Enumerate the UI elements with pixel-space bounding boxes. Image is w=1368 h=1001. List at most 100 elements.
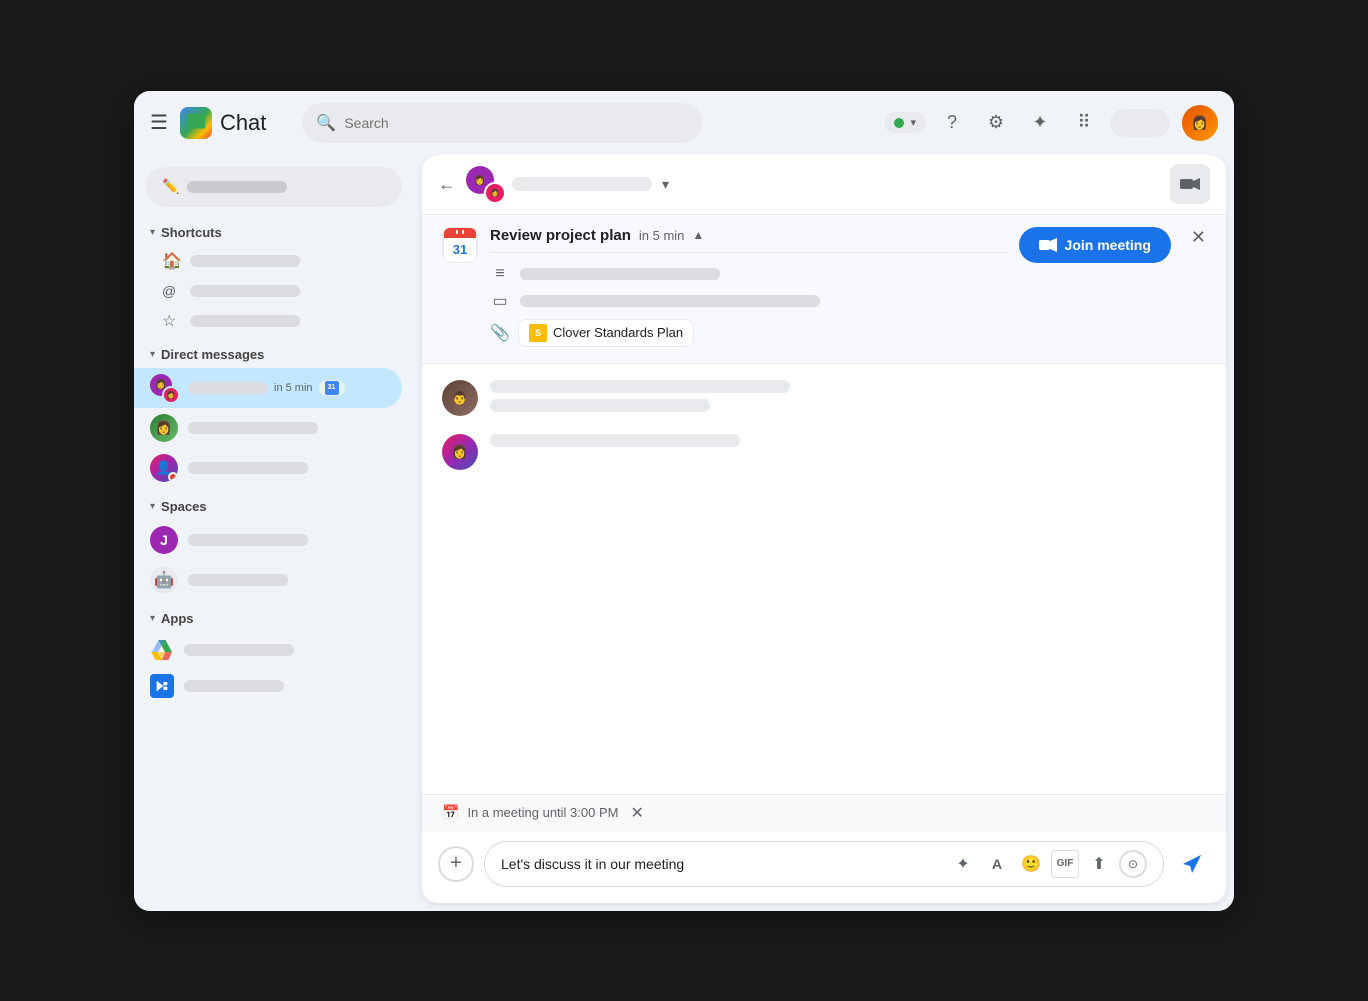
- message-bar-1b: [490, 399, 710, 412]
- status-pill[interactable]: ▾: [884, 112, 926, 133]
- shortcut-mentions[interactable]: @: [134, 276, 402, 306]
- attachment-icon: 📎: [490, 323, 510, 343]
- dm-name-3: [188, 462, 390, 474]
- apps-button[interactable]: ⠿: [1066, 105, 1102, 141]
- emoji-button[interactable]: 🙂: [1017, 850, 1045, 878]
- app-window: ☰ Chat 🔍: [134, 91, 1234, 911]
- input-area: + ✦ A 🙂 GIF ⬆ ⊙: [422, 831, 1226, 903]
- banner-row-1: ≡: [490, 261, 1007, 287]
- compose-icon: ✏️: [162, 178, 179, 195]
- meeting-title: Review project plan: [490, 227, 631, 244]
- close-banner-button[interactable]: ✕: [1191, 227, 1206, 248]
- gif-button[interactable]: GIF: [1051, 850, 1079, 878]
- people-icon: ▭: [490, 291, 510, 311]
- help-button[interactable]: ?: [934, 105, 970, 141]
- message-row-1: 👨: [442, 380, 1206, 418]
- settings-button[interactable]: ⚙: [978, 105, 1014, 141]
- space-item-2[interactable]: 🤖: [134, 560, 402, 600]
- dm-label: Direct messages: [161, 347, 264, 362]
- shortcuts-chevron: ▾: [150, 227, 155, 238]
- dm-item-3[interactable]: 👤: [134, 448, 402, 488]
- dm-avatar-3: 👤: [150, 454, 178, 482]
- banner-attachment-row: 📎 S Clover Standards Plan: [490, 315, 1007, 351]
- message-bar-1a: [490, 380, 790, 393]
- chevron-down-icon: ▾: [910, 116, 916, 129]
- at-icon: @: [162, 282, 180, 300]
- shortcuts-section-header[interactable]: ▾ Shortcuts: [134, 219, 414, 246]
- shortcuts-label: Shortcuts: [161, 225, 222, 240]
- spaces-label: Spaces: [161, 499, 207, 514]
- sidebar: ✏️ ▾ Shortcuts 🏠 @ ☆: [134, 155, 414, 911]
- chat-header: ← 👩 👩 ▾: [422, 155, 1226, 215]
- apps-label: Apps: [161, 611, 194, 626]
- record-button[interactable]: ⊙: [1119, 850, 1147, 878]
- calendar-icon-sm: 31: [325, 381, 339, 395]
- calendar-icon-large: 31: [442, 227, 478, 263]
- app-meet[interactable]: [134, 668, 402, 704]
- user-avatar[interactable]: 👩: [1182, 105, 1218, 141]
- shortcut-starred[interactable]: ☆: [134, 306, 402, 336]
- meeting-banner: 31 Review project plan in 5 min ▲ ≡: [422, 215, 1226, 364]
- join-meeting-label: Join meeting: [1065, 237, 1151, 253]
- chat-title-chevron[interactable]: ▾: [662, 176, 669, 193]
- upload-button[interactable]: ⬆: [1085, 850, 1113, 878]
- space-item-1[interactable]: J: [134, 520, 402, 560]
- meeting-badge-1: 31: [319, 380, 345, 396]
- banner-details: ≡ ▭ 📎 S Clover Standards Plan: [490, 252, 1007, 351]
- chat-header-right: [1170, 164, 1210, 204]
- dm-item-2[interactable]: 👩: [134, 408, 402, 448]
- search-bar[interactable]: 🔍: [302, 103, 702, 143]
- user-name-chip: [1110, 109, 1170, 137]
- magic-icon-button[interactable]: ✦: [949, 850, 977, 878]
- apps-chevron: ▾: [150, 613, 155, 624]
- spaces-section-header[interactable]: ▾ Spaces: [134, 493, 414, 520]
- add-attachment-button[interactable]: +: [438, 846, 474, 882]
- calendar-icon-status: 📅: [442, 804, 459, 821]
- new-chat-button[interactable]: ✏️: [146, 167, 402, 207]
- close-status-button[interactable]: ✕: [630, 803, 643, 823]
- shortcut-home[interactable]: 🏠: [134, 246, 402, 276]
- messages-area: 👨 👩: [422, 364, 1226, 794]
- banner-row-2: ▭: [490, 287, 1007, 315]
- app-drive[interactable]: [134, 632, 402, 668]
- space-icon-j: J: [150, 526, 178, 554]
- doc-icon: S: [529, 324, 547, 342]
- send-button[interactable]: [1174, 846, 1210, 882]
- search-input[interactable]: [344, 115, 688, 131]
- apps-section-header[interactable]: ▾ Apps: [134, 605, 414, 632]
- chat-title-bar: [512, 177, 652, 191]
- dm-section-header[interactable]: ▾ Direct messages: [134, 341, 414, 368]
- search-icon: 🔍: [316, 113, 336, 133]
- gemini-button[interactable]: ✦: [1022, 105, 1058, 141]
- unread-badge: [168, 472, 178, 482]
- dm-name-1: in 5 min 31: [188, 380, 390, 396]
- meeting-time: in 5 min: [639, 228, 685, 243]
- video-call-button[interactable]: [1170, 164, 1210, 204]
- list-icon: ≡: [490, 265, 510, 283]
- google-chat-logo: [180, 107, 212, 139]
- home-icon: 🏠: [162, 252, 180, 270]
- message-input[interactable]: [501, 856, 941, 872]
- meeting-expand-chevron[interactable]: ▲: [692, 228, 704, 242]
- dm-time-1: in 5 min: [274, 382, 313, 394]
- meeting-info: Review project plan in 5 min ▲ ≡ ▭: [490, 227, 1007, 351]
- message-avatar-2: 👩: [442, 434, 478, 470]
- dm-item-1[interactable]: 👩 👩 in 5 min 31: [134, 368, 402, 408]
- message-input-box[interactable]: ✦ A 🙂 GIF ⬆ ⊙: [484, 841, 1164, 887]
- header-right: ▾ ? ⚙ ✦ ⠿ 👩: [884, 105, 1218, 141]
- join-meeting-button[interactable]: Join meeting: [1019, 227, 1171, 263]
- bot-icon: 🤖: [150, 566, 178, 594]
- top-header: ☰ Chat 🔍: [134, 91, 1234, 155]
- menu-icon[interactable]: ☰: [150, 110, 168, 135]
- doc-chip[interactable]: S Clover Standards Plan: [518, 319, 694, 347]
- message-content-1: [490, 380, 1206, 418]
- message-bar-2a: [490, 434, 740, 447]
- app-title: Chat: [220, 110, 266, 136]
- banner-description-bar: [520, 268, 720, 280]
- dm-name-2: [188, 422, 390, 434]
- format-text-button[interactable]: A: [983, 850, 1011, 878]
- back-button[interactable]: ←: [438, 174, 456, 195]
- doc-name: Clover Standards Plan: [553, 325, 683, 340]
- message-content-2: [490, 434, 1206, 470]
- dm-avatar-2: 👩: [150, 414, 178, 442]
